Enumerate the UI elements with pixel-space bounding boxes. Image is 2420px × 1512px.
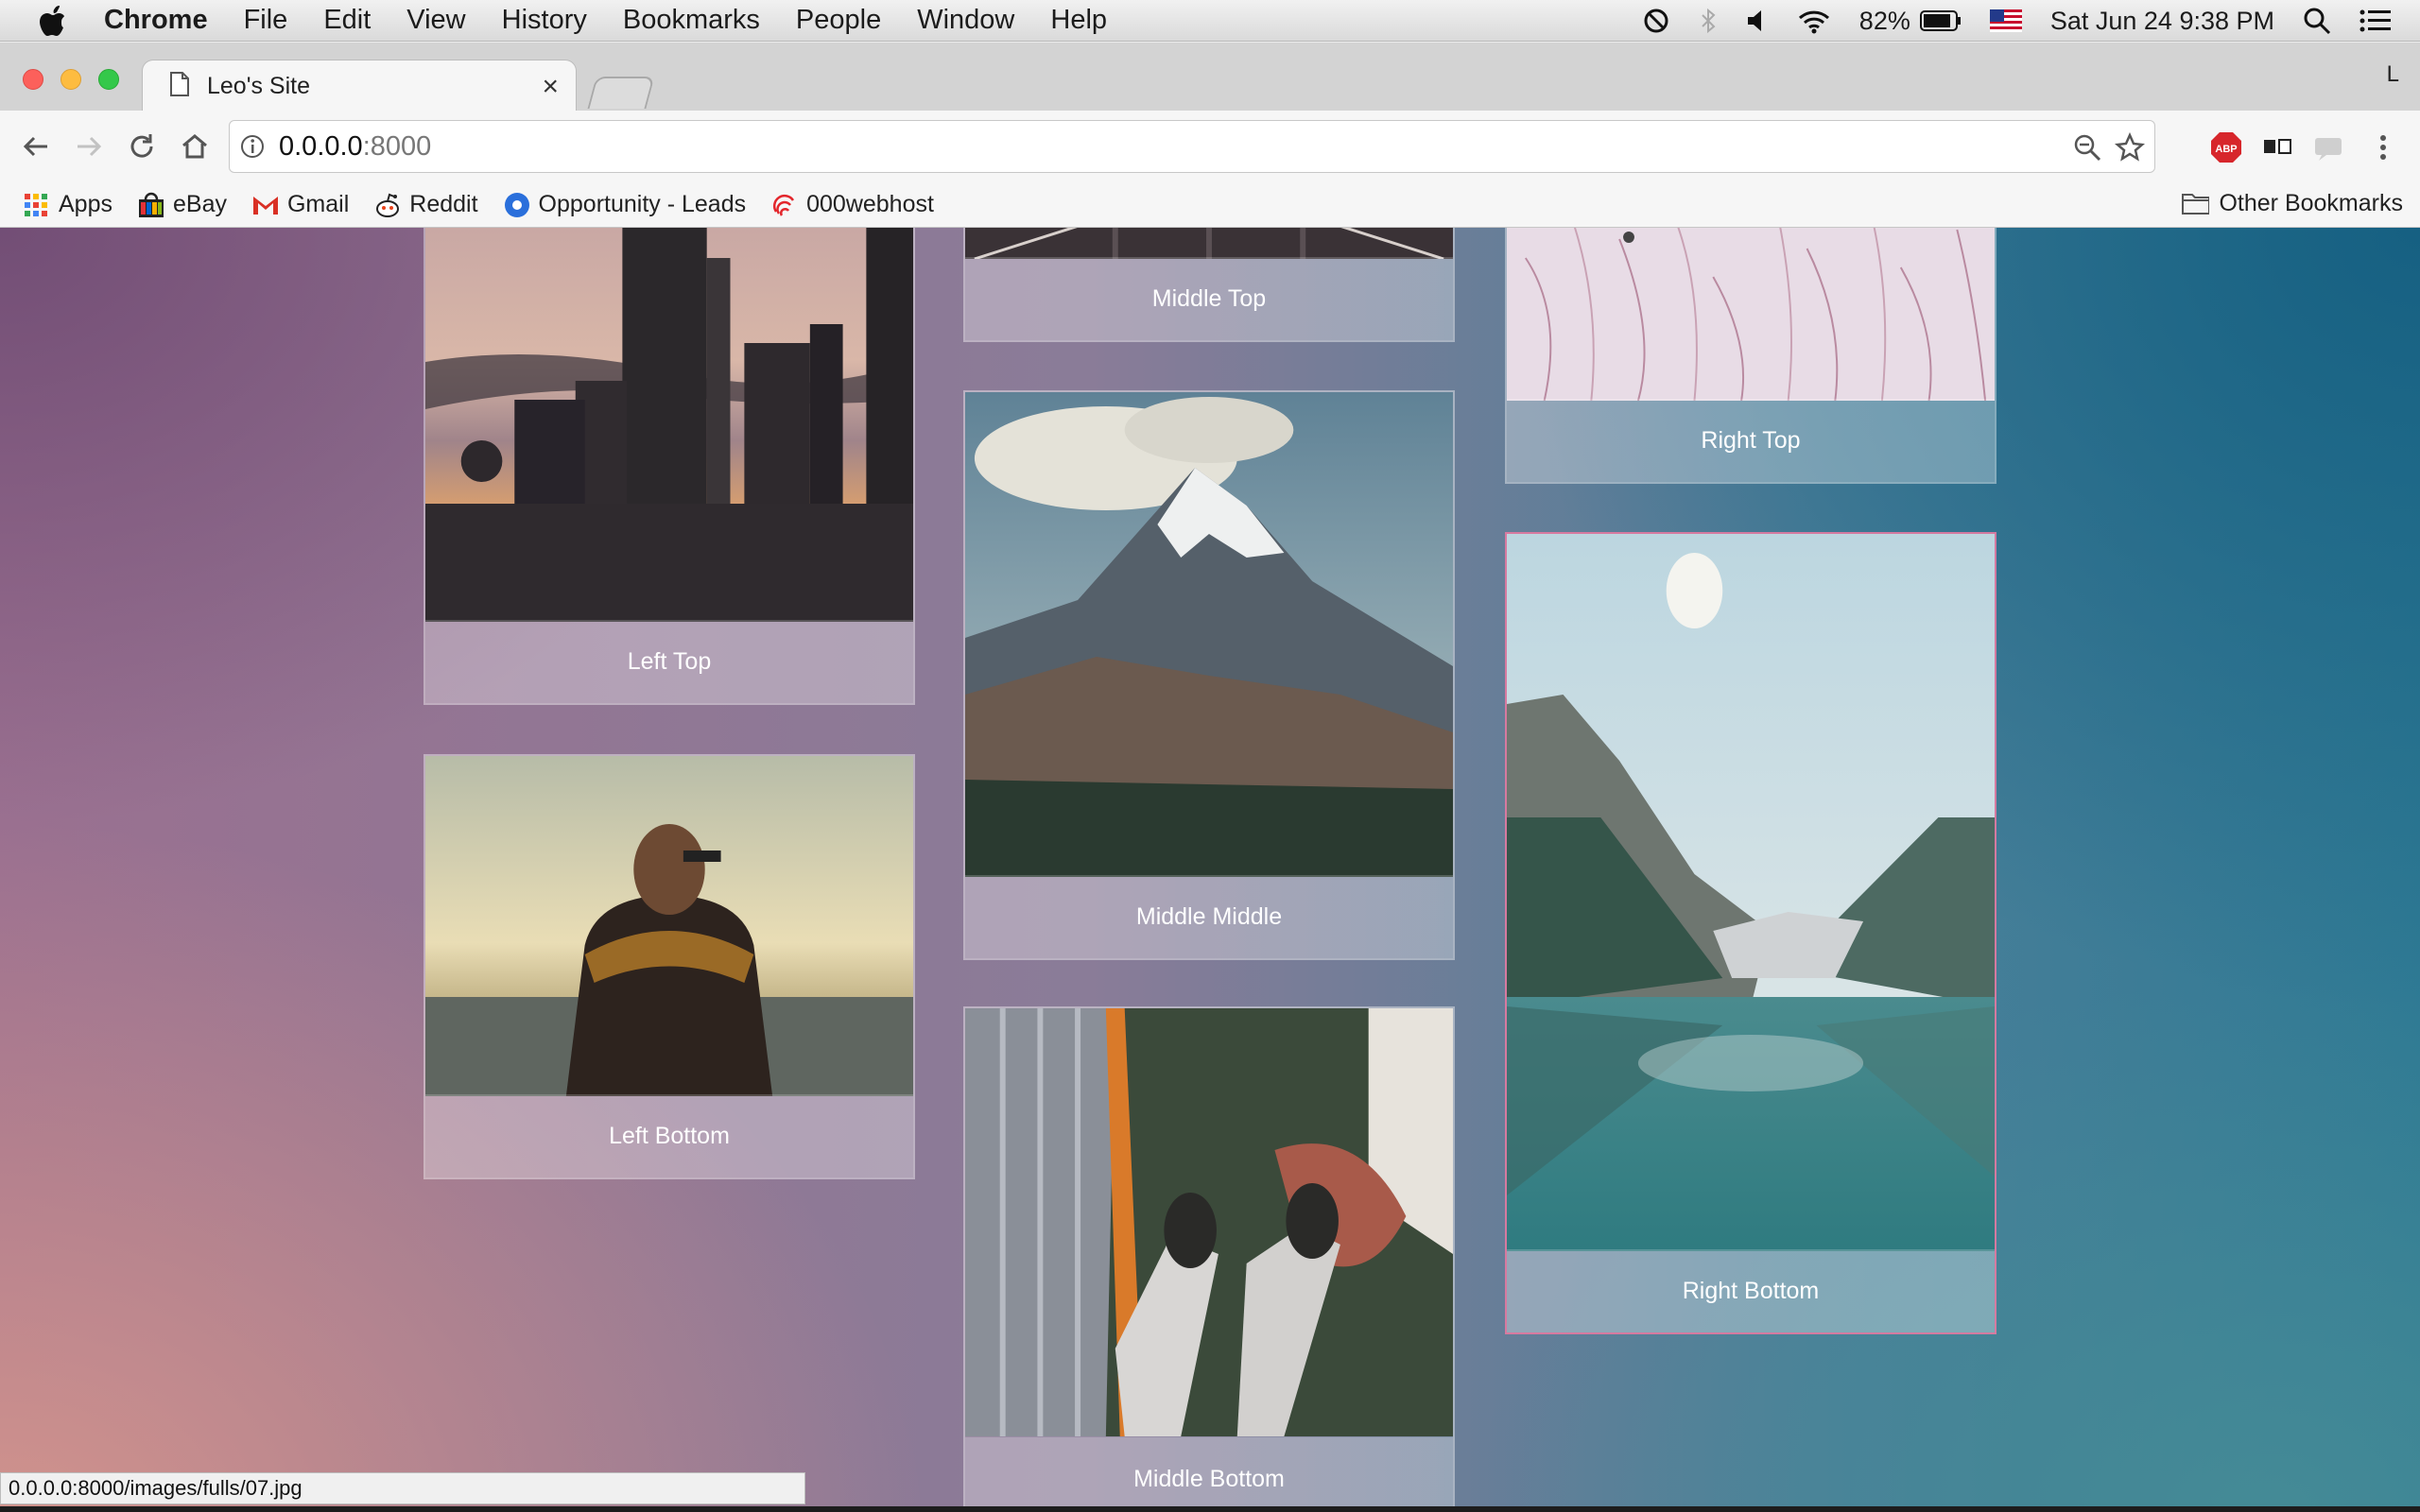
gallery-card-right-bottom[interactable]: Right Bottom bbox=[1505, 532, 1996, 1334]
svg-text:ABP: ABP bbox=[2215, 144, 2237, 155]
card-caption: Middle Middle bbox=[965, 875, 1453, 958]
menu-history[interactable]: History bbox=[502, 5, 587, 36]
bookmark-label: eBay bbox=[172, 191, 227, 217]
card-caption: Middle Bottom bbox=[965, 1437, 1453, 1512]
back-arrow-icon[interactable] bbox=[19, 129, 53, 163]
window-close-button[interactable] bbox=[23, 69, 43, 90]
reddit-alien-icon bbox=[373, 192, 400, 218]
card-caption: Right Top bbox=[1507, 399, 1995, 482]
menu-view[interactable]: View bbox=[406, 5, 465, 36]
other-bookmarks[interactable]: Other Bookmarks bbox=[2181, 190, 2403, 217]
page-viewport[interactable]: Left Top Left Bottom Middle Top Middle M… bbox=[0, 228, 2420, 1512]
spotlight-search-icon[interactable] bbox=[2303, 7, 2331, 35]
gallery-card-right-top[interactable]: Right Top bbox=[1505, 228, 1996, 484]
menu-people[interactable]: People bbox=[796, 5, 881, 36]
battery-icon[interactable] bbox=[1919, 9, 1962, 33]
card-caption: Left Bottom bbox=[425, 1094, 913, 1177]
tab-title: Leo's Site bbox=[207, 73, 311, 99]
bookmark-label: Gmail bbox=[286, 191, 350, 217]
bookmark-reddit[interactable]: Reddit bbox=[373, 191, 478, 218]
gallery-card-middle-middle[interactable]: Middle Middle bbox=[963, 390, 1455, 960]
menu-help[interactable]: Help bbox=[1050, 5, 1107, 36]
menu-edit[interactable]: Edit bbox=[323, 5, 371, 36]
other-bookmarks-label: Other Bookmarks bbox=[2219, 190, 2403, 216]
bookmark-opportunity-leads[interactable]: Opportunity - Leads bbox=[503, 191, 747, 218]
tab-close-icon[interactable]: × bbox=[542, 71, 559, 103]
site-info-icon[interactable] bbox=[239, 133, 266, 160]
page-document-icon bbox=[169, 71, 190, 102]
address-url[interactable]: 0.0.0.0:8000 bbox=[279, 131, 431, 163]
mountain-lake-image bbox=[1507, 534, 1995, 1251]
zoom-out-icon[interactable] bbox=[2073, 133, 2101, 166]
window-zoom-button[interactable] bbox=[98, 69, 119, 90]
menu-file[interactable]: File bbox=[244, 5, 288, 36]
do-not-disturb-icon[interactable] bbox=[1642, 7, 1670, 35]
card-caption: Right Bottom bbox=[1507, 1249, 1995, 1332]
feet-over-city-image bbox=[965, 1008, 1453, 1436]
address-bar[interactable]: 0.0.0.0:8000 bbox=[229, 120, 2155, 173]
gallery-card-middle-bottom[interactable]: Middle Bottom bbox=[963, 1006, 1455, 1512]
bookmark-label: 000webhost bbox=[806, 191, 934, 217]
apple-icon[interactable] bbox=[36, 4, 70, 38]
home-icon[interactable] bbox=[178, 129, 212, 163]
translate-extension-icon[interactable] bbox=[2261, 131, 2293, 163]
gallery-card-left-top[interactable]: Left Top bbox=[424, 228, 915, 705]
address-host: 0.0.0.0 bbox=[279, 130, 363, 162]
css-extension-icon[interactable] bbox=[2312, 131, 2344, 163]
us-flag-icon[interactable] bbox=[1989, 9, 2022, 32]
browser-tab-active[interactable]: Leo's Site × bbox=[142, 60, 577, 112]
bookmark-label: Apps bbox=[59, 191, 112, 217]
bookmark-label: Opportunity - Leads bbox=[538, 191, 747, 217]
menu-app-name[interactable]: Chrome bbox=[104, 5, 208, 36]
card-caption: Left Top bbox=[425, 620, 913, 703]
new-tab-button[interactable] bbox=[587, 77, 655, 109]
folder-icon bbox=[2181, 191, 2210, 217]
volume-icon[interactable] bbox=[1746, 7, 1769, 35]
tracks-image bbox=[965, 228, 1453, 259]
card-caption: Middle Top bbox=[965, 257, 1453, 340]
menubar-datetime[interactable]: Sat Jun 24 9:38 PM bbox=[2050, 7, 2274, 36]
adblock-plus-icon[interactable]: ABP bbox=[2210, 131, 2242, 163]
wifi-icon[interactable] bbox=[1797, 7, 1831, 35]
browser-toolbar: 0.0.0.0:8000 ABP bbox=[0, 111, 2420, 182]
city-skyline-image bbox=[425, 228, 913, 622]
menu-window[interactable]: Window bbox=[917, 5, 1014, 36]
reload-icon[interactable] bbox=[125, 129, 159, 163]
ebay-bag-icon bbox=[137, 192, 164, 218]
gallery-card-middle-top[interactable]: Middle Top bbox=[963, 228, 1455, 342]
battery-percent[interactable]: 82% bbox=[1859, 7, 1910, 36]
link-status-bubble: 0.0.0.0:8000/images/fulls/07.jpg bbox=[0, 1472, 805, 1504]
window-bottom-edge bbox=[0, 1506, 2420, 1512]
bookmark-star-icon[interactable] bbox=[2115, 131, 2145, 167]
menu-bookmarks[interactable]: Bookmarks bbox=[623, 5, 760, 36]
tab-strip: Leo's Site × L bbox=[0, 43, 2420, 112]
bookmark-label: Reddit bbox=[409, 191, 478, 217]
000webhost-logo-icon bbox=[770, 192, 797, 218]
forward-arrow-icon[interactable] bbox=[72, 129, 106, 163]
person-seaside-image bbox=[425, 756, 913, 1096]
gmail-icon bbox=[251, 192, 278, 218]
bluetooth-icon[interactable] bbox=[1699, 7, 1718, 35]
bookmarks-bar: Apps eBay Gmail Reddit Opportunity - Lea… bbox=[0, 182, 2420, 228]
bookmark-apps[interactable]: Apps bbox=[23, 191, 112, 218]
bookmark-gmail[interactable]: Gmail bbox=[251, 191, 349, 218]
chrome-menu-icon[interactable] bbox=[2367, 131, 2399, 163]
gallery-card-left-bottom[interactable]: Left Bottom bbox=[424, 754, 915, 1179]
mountain-peak-image bbox=[965, 392, 1453, 877]
opportunity-circle-icon bbox=[503, 192, 529, 218]
window-minimize-button[interactable] bbox=[60, 69, 81, 90]
apps-grid-icon bbox=[23, 192, 49, 218]
bookmark-000webhost[interactable]: 000webhost bbox=[770, 191, 934, 218]
address-port: :8000 bbox=[362, 130, 432, 162]
macos-menubar: Chrome File Edit View History Bookmarks … bbox=[0, 0, 2420, 42]
notification-center-icon[interactable] bbox=[2360, 9, 2392, 33]
snowy-grass-image bbox=[1507, 228, 1995, 401]
profile-button[interactable]: L bbox=[2387, 61, 2399, 88]
bookmark-ebay[interactable]: eBay bbox=[137, 191, 227, 218]
